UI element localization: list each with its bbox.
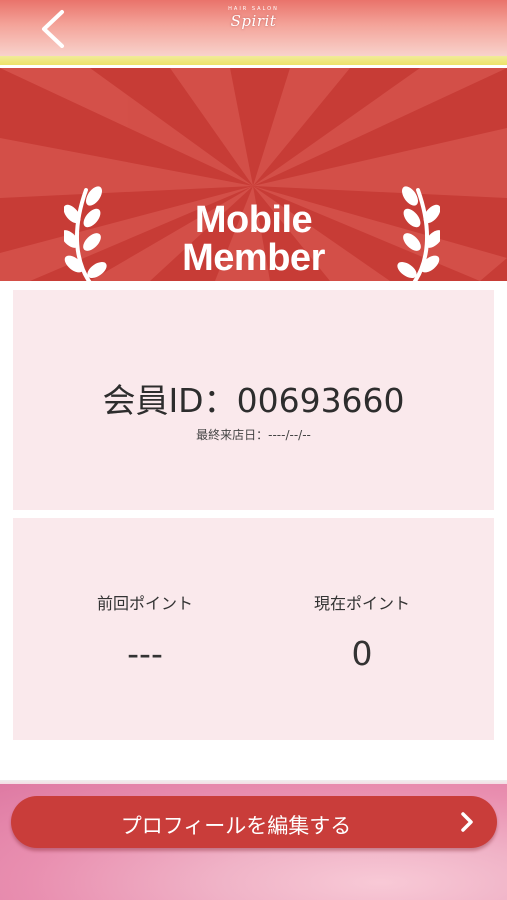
previous-points-value: --- [127, 634, 163, 673]
last-visit-date: 最終来店日：----/--/-- [196, 428, 311, 442]
laurel-right-icon [397, 186, 440, 281]
chevron-right-icon [461, 812, 473, 832]
member-id: 会員ID：00693660 [102, 381, 405, 420]
previous-points: 前回ポイント --- [35, 590, 255, 673]
header-accent-strip [0, 56, 507, 65]
points-card: 前回ポイント --- 現在ポイント 0 [13, 518, 494, 740]
previous-points-label: 前回ポイント [96, 594, 193, 613]
app-header: HAIR SALON Spirit [0, 0, 507, 56]
edit-profile-button[interactable]: プロフィールを編集する [11, 796, 497, 848]
mobile-member-banner: Mobile Member [0, 68, 507, 281]
current-points-value: 0 [351, 634, 373, 673]
current-points-label: 現在ポイント [313, 594, 410, 613]
app-logo: Spirit [230, 12, 277, 30]
member-id-card: 会員ID：00693660 最終来店日：----/--/-- [13, 290, 494, 510]
edit-profile-label: プロフィールを編集する [120, 814, 352, 838]
laurel-left-icon [64, 186, 107, 281]
current-points: 現在ポイント 0 [252, 590, 472, 673]
